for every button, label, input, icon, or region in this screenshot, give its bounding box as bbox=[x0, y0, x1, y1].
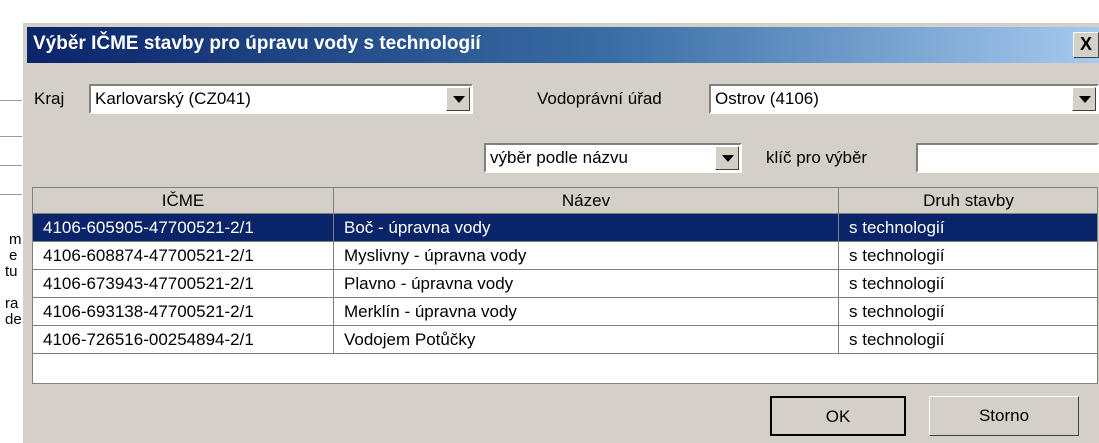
key-label: klíč pro výběr bbox=[766, 148, 868, 167]
urad-select-value: Ostrov (4106) bbox=[715, 89, 819, 108]
dialog-title: Výběr IČME stavby pro úpravu vody s tech… bbox=[33, 33, 481, 54]
chevron-down-icon bbox=[453, 96, 465, 103]
cell-druh: s technologií bbox=[839, 214, 1097, 242]
table-row[interactable]: 4106-673943-47700521-2/1 Plavno - úpravn… bbox=[33, 270, 1097, 298]
table-row[interactable]: 4106-605905-47700521-2/1 Boč - úpravna v… bbox=[33, 214, 1097, 242]
background-divider bbox=[0, 136, 22, 137]
cell-druh: s technologií bbox=[839, 298, 1097, 326]
table-row[interactable]: 4106-693138-47700521-2/1 Merklín - úprav… bbox=[33, 298, 1097, 326]
cell-icme: 4106-608874-47700521-2/1 bbox=[33, 242, 334, 270]
cell-druh: s technologií bbox=[839, 242, 1097, 270]
column-header-druh[interactable]: Druh stavby bbox=[839, 188, 1097, 214]
cell-nazev: Plavno - úpravna vody bbox=[334, 270, 839, 298]
background-divider bbox=[0, 100, 22, 101]
mode-select[interactable]: výběr podle názvu bbox=[484, 143, 742, 173]
chevron-down-icon bbox=[722, 155, 734, 162]
cell-druh: s technologií bbox=[839, 326, 1097, 354]
table-row[interactable]: 4106-726516-00254894-2/1 Vodojem Potůčky… bbox=[33, 326, 1097, 354]
background-divider bbox=[0, 165, 22, 166]
cancel-button[interactable]: Storno bbox=[929, 396, 1079, 436]
mode-select-value: výběr podle názvu bbox=[490, 148, 628, 167]
background-text: e bbox=[9, 247, 18, 264]
background-text: tu bbox=[5, 263, 18, 280]
close-button[interactable]: X bbox=[1073, 32, 1099, 58]
cell-nazev: Merklín - úpravna vody bbox=[334, 298, 839, 326]
cell-nazev: Boč - úpravna vody bbox=[334, 214, 839, 242]
cell-icme: 4106-673943-47700521-2/1 bbox=[33, 270, 334, 298]
cell-icme: 4106-726516-00254894-2/1 bbox=[33, 326, 334, 354]
cell-druh: s technologií bbox=[839, 270, 1097, 298]
mode-dropdown-button[interactable] bbox=[715, 146, 739, 170]
urad-select[interactable]: Ostrov (4106) bbox=[709, 84, 1099, 114]
urad-label: Vodoprávní úřad bbox=[537, 89, 662, 108]
cell-icme: 4106-605905-47700521-2/1 bbox=[33, 214, 334, 242]
kraj-select-value: Karlovarský (CZ041) bbox=[95, 89, 251, 108]
cell-icme: 4106-693138-47700521-2/1 bbox=[33, 298, 334, 326]
key-input[interactable] bbox=[916, 143, 1099, 173]
background-window: m e tu ra de bbox=[0, 0, 22, 443]
chevron-down-icon bbox=[1079, 96, 1091, 103]
urad-dropdown-button[interactable] bbox=[1072, 87, 1096, 111]
ok-button[interactable]: OK bbox=[770, 396, 906, 436]
column-header-icme[interactable]: IČME bbox=[33, 188, 334, 214]
kraj-select[interactable]: Karlovarský (CZ041) bbox=[89, 84, 473, 114]
cell-nazev: Myslivny - úpravna vody bbox=[334, 242, 839, 270]
dialog-titlebar[interactable]: Výběr IČME stavby pro úpravu vody s tech… bbox=[27, 27, 1099, 63]
background-divider bbox=[0, 194, 22, 195]
cell-nazev: Vodojem Potůčky bbox=[334, 326, 839, 354]
ucme-table[interactable]: IČME Název Druh stavby 4106-605905-47700… bbox=[32, 187, 1098, 384]
close-icon: X bbox=[1079, 34, 1092, 54]
kraj-dropdown-button[interactable] bbox=[446, 87, 470, 111]
background-text: ra bbox=[5, 295, 19, 312]
kraj-label: Kraj bbox=[34, 89, 65, 108]
table-row[interactable]: 4106-608874-47700521-2/1 Myslivny - úpra… bbox=[33, 242, 1097, 270]
column-header-nazev[interactable]: Název bbox=[334, 188, 839, 214]
background-text: de bbox=[5, 311, 22, 328]
background-text: m bbox=[9, 231, 22, 248]
